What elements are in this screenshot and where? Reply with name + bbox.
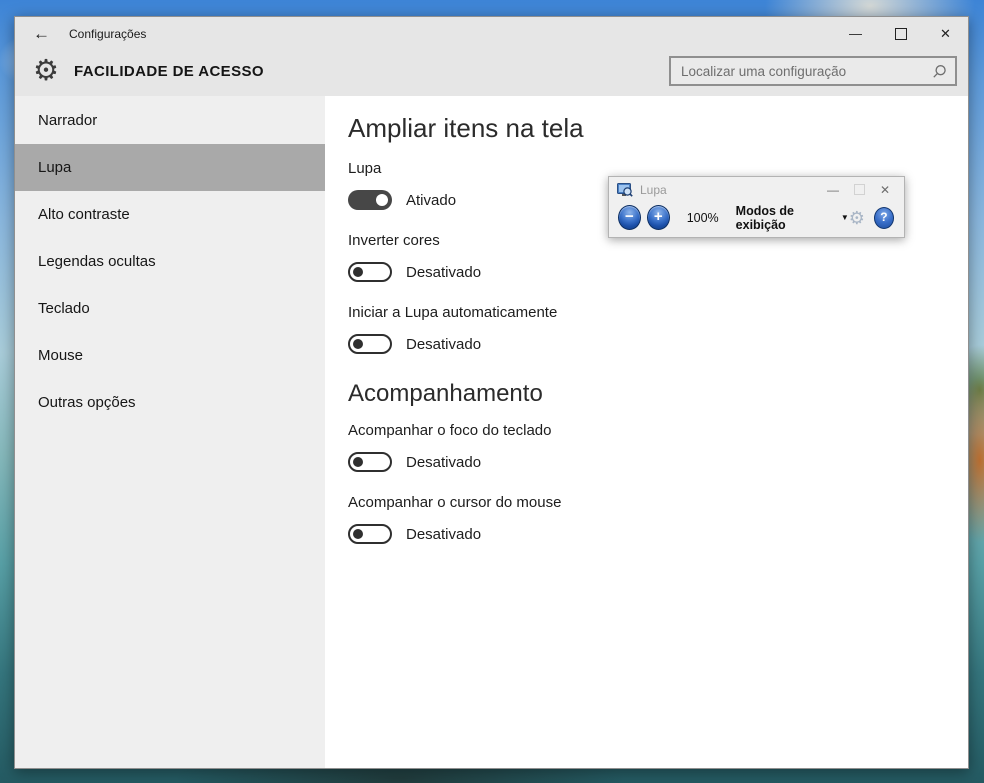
magnifier-toolbar: − + 100% Modos de exibição ▼ ⚙ ?: [609, 202, 904, 237]
maximize-icon: [853, 184, 865, 195]
search-input[interactable]: [679, 62, 932, 80]
sidebar-item-alto-contraste[interactable]: Alto contraste: [15, 191, 325, 238]
titlebar: ← Configurações — ✕: [15, 17, 968, 50]
setting-label: Iniciar a Lupa automaticamente: [348, 304, 558, 321]
section-title-ampliar: Ampliar itens na tela: [348, 113, 584, 143]
sidebar-item-outras-opcoes[interactable]: Outras opções: [15, 379, 325, 426]
magnifier-app-icon: [617, 182, 633, 197]
gear-icon: ⚙: [33, 54, 59, 87]
setting-label: Acompanhar o cursor do mouse: [348, 494, 562, 511]
sidebar-item-lupa[interactable]: Lupa: [15, 144, 325, 191]
page-title: FACILIDADE DE ACESSO: [74, 62, 264, 80]
toggle-cursor-mouse[interactable]: [348, 524, 392, 544]
magnifier-close-button[interactable]: ✕: [872, 180, 898, 200]
sidebar-item-mouse[interactable]: Mouse: [15, 332, 325, 379]
magnifier-minimize-button[interactable]: —: [820, 180, 846, 200]
toggle-state: Desativado: [406, 263, 482, 281]
zoom-level: 100%: [686, 210, 719, 225]
sidebar-item-legendas-ocultas[interactable]: Legendas ocultas: [15, 238, 325, 285]
section-title-acompanhamento: Acompanhamento: [348, 380, 543, 407]
magnifier-options-gear-icon[interactable]: ⚙: [849, 209, 865, 227]
settings-window: ← Configurações — ✕ ⚙ FACILIDADE DE ACES…: [14, 16, 969, 769]
magnifier-window-controls: — ✕: [820, 180, 898, 200]
sidebar-item-teclado[interactable]: Teclado: [15, 285, 325, 332]
maximize-icon: [894, 27, 907, 40]
zoom-in-button[interactable]: +: [646, 205, 670, 230]
setting-cursor-mouse: Acompanhar o cursor do mouse Desativado: [348, 494, 968, 544]
setting-iniciar-automaticamente: Iniciar a Lupa automaticamente Desativad…: [348, 304, 968, 354]
minimize-button[interactable]: —: [833, 17, 878, 50]
window-title: Configurações: [69, 26, 147, 41]
setting-foco-teclado: Acompanhar o foco do teclado Desativado: [348, 422, 968, 472]
setting-label: Acompanhar o foco do teclado: [348, 422, 552, 439]
views-dropdown[interactable]: Modos de exibição ▼: [736, 204, 849, 232]
zoom-out-button[interactable]: −: [618, 205, 641, 230]
toggle-inverter-cores[interactable]: [348, 262, 392, 282]
toggle-knob: [353, 339, 363, 349]
toggle-iniciar-automaticamente[interactable]: [348, 334, 392, 354]
sidebar: Narrador Lupa Alto contraste Legendas oc…: [15, 96, 325, 768]
window-chrome: ← Configurações — ✕ ⚙ FACILIDADE DE ACES…: [15, 17, 968, 96]
toggle-state: Ativado: [406, 191, 457, 209]
views-dropdown-label: Modos de exibição: [735, 203, 795, 232]
toggle-knob: [353, 529, 363, 539]
toggle-knob: [376, 194, 388, 206]
magnifier-window-title: Lupa: [640, 182, 667, 197]
toggle-knob: [353, 267, 363, 277]
search-box[interactable]: [669, 56, 957, 86]
close-button[interactable]: ✕: [923, 17, 968, 50]
magnifier-titlebar[interactable]: Lupa — ✕: [609, 177, 904, 202]
window-controls: — ✕: [833, 17, 968, 50]
search-icon: [933, 64, 946, 78]
toggle-state: Desativado: [406, 335, 482, 353]
maximize-button[interactable]: [878, 17, 923, 50]
back-arrow-icon[interactable]: ←: [33, 24, 53, 44]
setting-label: Lupa: [348, 160, 382, 177]
toggle-state: Desativado: [406, 525, 482, 543]
toggle-knob: [353, 457, 363, 467]
toggle-foco-teclado[interactable]: [348, 452, 392, 472]
sidebar-item-narrador[interactable]: Narrador: [15, 97, 325, 144]
help-button[interactable]: ?: [873, 206, 894, 229]
desktop: { "settings_window": { "titlebar": { "ti…: [0, 0, 984, 783]
page-header: ⚙ FACILIDADE DE ACESSO: [15, 50, 968, 86]
toggle-lupa[interactable]: [348, 190, 392, 210]
magnifier-maximize-button[interactable]: [846, 180, 872, 200]
magnifier-window: Lupa — ✕ − + 100% Modos de exibição ▼ ⚙ …: [608, 176, 905, 238]
chevron-down-icon: ▼: [840, 213, 849, 222]
setting-inverter-cores: Inverter cores Desativado: [348, 232, 968, 282]
toggle-state: Desativado: [406, 453, 482, 471]
